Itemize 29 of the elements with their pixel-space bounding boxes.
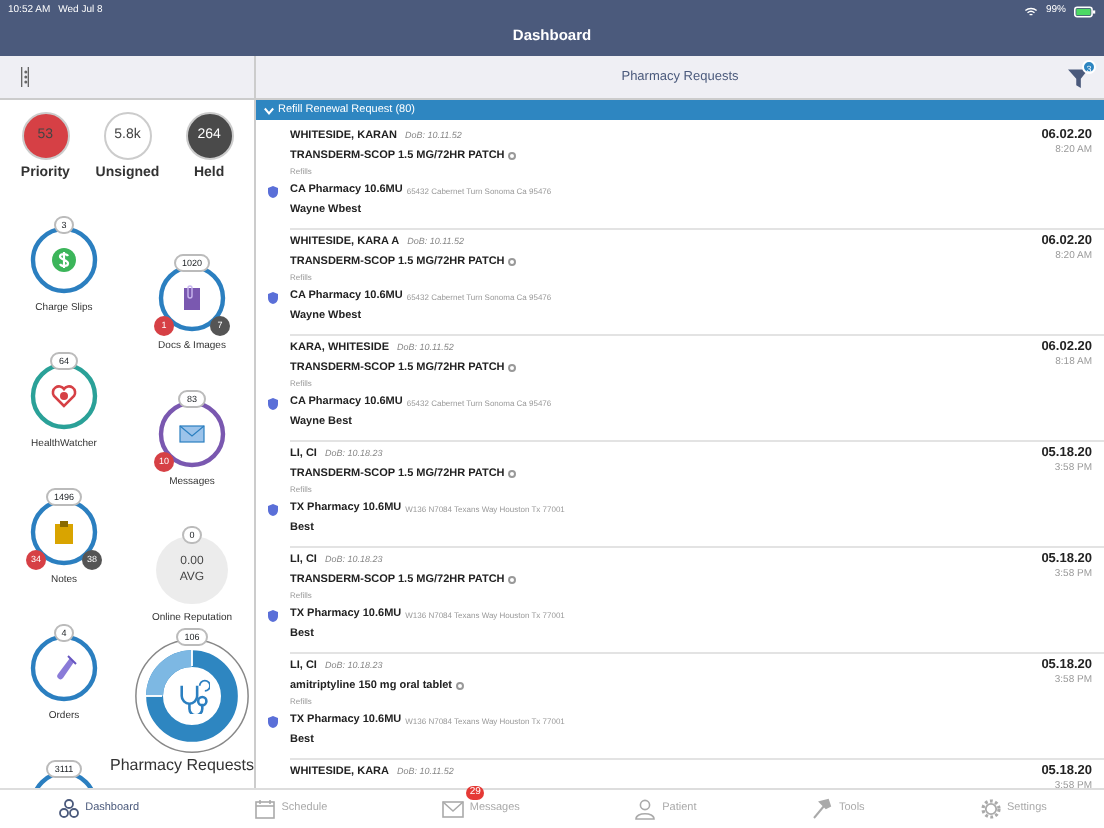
shield-icon [268,716,278,728]
status-circle-icon [456,681,464,690]
status-circle-icon [508,469,517,478]
widget-label[interactable]: Pharmacy Requests [109,755,254,775]
coin-icon [50,245,78,273]
shield-icon [268,292,278,304]
heart-icon [50,381,78,409]
clipboard-icon [50,517,78,545]
person-icon [634,798,657,820]
wifi-icon [1023,6,1038,18]
status-circle-icon [508,575,517,584]
status-circle-icon [508,363,517,372]
filter-icon[interactable] [1068,64,1090,88]
shield-icon [268,186,278,198]
status-circle-icon [508,151,517,160]
envelope-icon [441,798,464,820]
stethoscope-icon [174,677,210,713]
status-circle-icon [508,257,517,266]
shield-icon [268,610,278,622]
envelope-icon [178,419,206,447]
document-icon [178,283,206,311]
battery-icon [1074,6,1096,18]
dashboard-icon [57,798,80,820]
gear-icon [979,798,1002,820]
calendar-icon [253,798,276,820]
shield-icon [268,504,278,516]
hammer-icon [810,798,833,820]
list-icon[interactable] [20,66,30,88]
shield-icon [268,398,278,410]
